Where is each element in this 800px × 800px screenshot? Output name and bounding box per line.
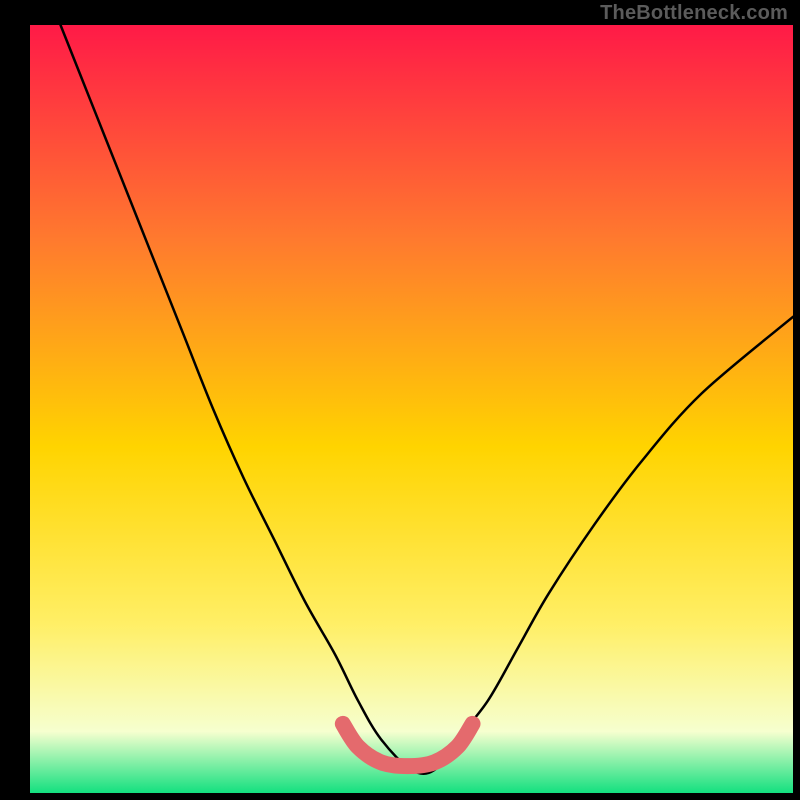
plot-background (30, 25, 793, 793)
chart-svg (0, 0, 800, 800)
watermark-text: TheBottleneck.com (600, 2, 788, 25)
chart-stage: TheBottleneck.com (0, 0, 800, 800)
